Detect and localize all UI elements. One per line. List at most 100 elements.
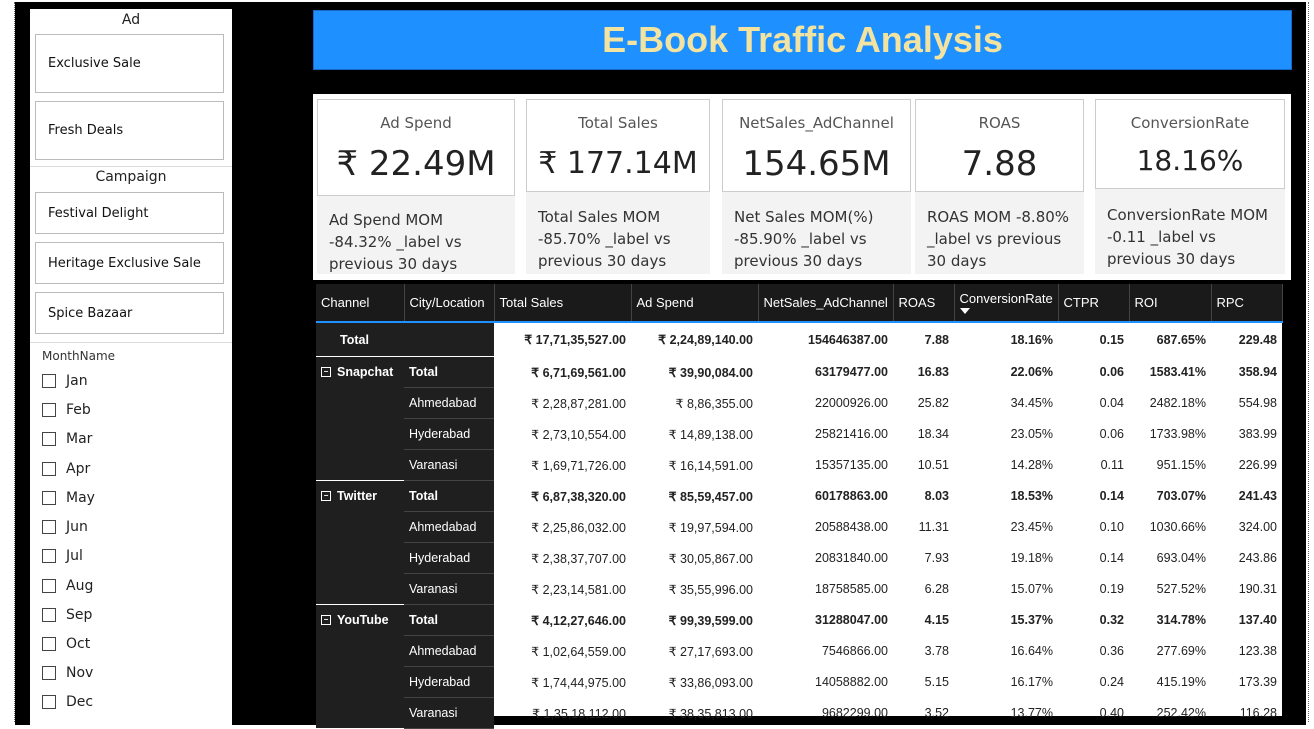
table-row: − YouTube Total ₹ 4,12,27,646.00 ₹ 99,39,… (316, 604, 1282, 729)
month-option-aug[interactable]: Aug (42, 578, 93, 594)
column-header-conversion-rate[interactable]: ConversionRate (954, 284, 1059, 322)
cell: ₹ 4,12,27,646.00 (494, 604, 631, 636)
month-label: Feb (66, 402, 91, 418)
card-header: Total Sales ₹ 177.14M (526, 99, 710, 192)
column-header-total-sales[interactable]: Total Sales (494, 284, 632, 322)
checkbox[interactable] (42, 403, 56, 417)
channel-cell-snapchat[interactable]: − Snapchat (316, 356, 404, 481)
month-option-nov[interactable]: Nov (42, 665, 93, 681)
cell: 0.36 (1058, 635, 1129, 667)
column-header-roas[interactable]: ROAS (893, 284, 955, 322)
kpi-card-total-sales[interactable]: Total Sales ₹ 177.14M Total Sales MOM -8… (526, 99, 710, 274)
checkbox[interactable] (42, 695, 56, 709)
matrix-table: Channel City/Location Total Sales Ad Spe… (316, 284, 1283, 729)
month-option-apr[interactable]: Apr (42, 461, 90, 477)
city-cell: Varanasi (404, 573, 494, 605)
month-option-oct[interactable]: Oct (42, 636, 90, 652)
city-cell: Total (404, 480, 494, 512)
kpi-card-roas[interactable]: ROAS 7.88 ROAS MOM -8.80% _label vs prev… (915, 99, 1084, 274)
cell: 5.15 (893, 666, 954, 698)
cell: ₹ 17,71,35,527.00 (494, 321, 631, 357)
cell: 951.15% (1129, 449, 1211, 481)
cell: 226.99 (1211, 449, 1282, 481)
cell: ₹ 14,89,138.00 (631, 418, 758, 450)
cell: 0.15 (1058, 321, 1129, 357)
cell: 9682299.00 (758, 697, 893, 729)
city-cell: Total (404, 604, 494, 636)
channel-cell-twitter[interactable]: − Twitter (316, 480, 404, 605)
cell: 415.19% (1129, 666, 1211, 698)
cell: 13.77% (954, 697, 1058, 729)
cell: 229.48 (1211, 321, 1282, 357)
kpi-mom-text: Ad Spend MOM -84.32% _label vs previous … (329, 211, 462, 273)
month-option-mar[interactable]: Mar (42, 431, 92, 447)
cell: ₹ 35,55,996.00 (631, 573, 758, 605)
city-cell: Ahmedabad (404, 387, 494, 419)
channel-cell-youtube[interactable]: − YouTube (316, 604, 404, 729)
card-header: ConversionRate 18.16% (1095, 99, 1285, 189)
collapse-icon[interactable]: − (321, 491, 331, 501)
collapse-icon[interactable]: − (321, 367, 331, 377)
column-header-ctpr[interactable]: CTPR (1058, 284, 1130, 322)
table-row: Hyderabad ₹ 2,73,10,554.00 ₹ 14,89,138.0… (316, 418, 1282, 450)
checkbox[interactable] (42, 637, 56, 651)
cell: 15357135.00 (758, 449, 893, 481)
column-header-netsales[interactable]: NetSales_AdChannel (758, 284, 894, 322)
column-header-ad-spend[interactable]: Ad Spend (631, 284, 759, 322)
cell: 25.82 (893, 387, 954, 419)
month-option-may[interactable]: May (42, 490, 95, 506)
cell: 137.40 (1211, 604, 1282, 636)
kpi-card-netsales[interactable]: NetSales_AdChannel 154.65M Net Sales MOM… (722, 99, 911, 274)
campaign-option-heritage-exclusive-sale[interactable]: Heritage Exclusive Sale (35, 242, 224, 284)
checkbox[interactable] (42, 666, 56, 680)
month-option-jul[interactable]: Jul (42, 548, 83, 564)
checkbox[interactable] (42, 491, 56, 505)
ad-slicer-title: Ad (121, 12, 141, 28)
kpi-value: 18.16% (1136, 144, 1244, 177)
campaign-option-spice-bazaar[interactable]: Spice Bazaar (35, 292, 224, 334)
checkbox[interactable] (42, 374, 56, 388)
cell: 358.94 (1211, 356, 1282, 388)
cell: 16.17% (954, 666, 1058, 698)
cell: 277.69% (1129, 635, 1211, 667)
kpi-card-ad-spend[interactable]: Ad Spend ₹ 22.49M Ad Spend MOM -84.32% _… (317, 99, 515, 274)
checkbox[interactable] (42, 520, 56, 534)
kpi-card-conversion-rate[interactable]: ConversionRate 18.16% ConversionRate MOM… (1095, 99, 1285, 274)
ad-option-fresh-deals[interactable]: Fresh Deals (35, 101, 224, 160)
checkbox[interactable] (42, 462, 56, 476)
checkbox[interactable] (42, 549, 56, 563)
channel-label: Snapchat (337, 365, 394, 379)
ad-option-exclusive-sale[interactable]: Exclusive Sale (35, 34, 224, 93)
checkbox[interactable] (42, 432, 56, 446)
cell: ₹ 2,25,86,032.00 (494, 511, 631, 543)
column-header-channel[interactable]: Channel (316, 284, 405, 322)
column-header-city[interactable]: City/Location (404, 284, 495, 322)
month-option-jun[interactable]: Jun (42, 519, 88, 535)
checkbox[interactable] (42, 608, 56, 622)
cell: 15.07% (954, 573, 1058, 605)
cell: 0.32 (1058, 604, 1129, 636)
cell: 324.00 (1211, 511, 1282, 543)
cell: 34.45% (954, 387, 1058, 419)
column-header-rpc[interactable]: RPC (1211, 284, 1283, 322)
campaign-option-festival-delight[interactable]: Festival Delight (35, 192, 224, 234)
cell: 554.98 (1211, 387, 1282, 419)
city-cell: Varanasi (404, 697, 494, 729)
table-row: − Twitter Total ₹ 6,87,38,320.00 ₹ 85,59,… (316, 480, 1282, 605)
column-header-roi[interactable]: ROI (1129, 284, 1212, 322)
city-cell: Total (404, 356, 494, 388)
cell: 0.06 (1058, 418, 1129, 450)
cell: 383.99 (1211, 418, 1282, 450)
table-row: Ahmedabad ₹ 1,02,64,559.00 ₹ 27,17,693.0… (316, 635, 1282, 667)
month-option-jan[interactable]: Jan (42, 373, 88, 389)
checkbox[interactable] (42, 579, 56, 593)
month-option-dec[interactable]: Dec (42, 694, 93, 710)
table-row: Varanasi ₹ 1,35,18,112.00 ₹ 38,35,813.00… (316, 697, 1282, 729)
collapse-icon[interactable]: − (321, 615, 331, 625)
cell: 0.24 (1058, 666, 1129, 698)
city-cell: Hyderabad (404, 666, 494, 698)
month-option-feb[interactable]: Feb (42, 402, 91, 418)
month-option-sep[interactable]: Sep (42, 607, 92, 623)
table-row: Varanasi ₹ 2,23,14,581.00 ₹ 35,55,996.00… (316, 573, 1282, 605)
cell: ₹ 33,86,093.00 (631, 666, 758, 698)
